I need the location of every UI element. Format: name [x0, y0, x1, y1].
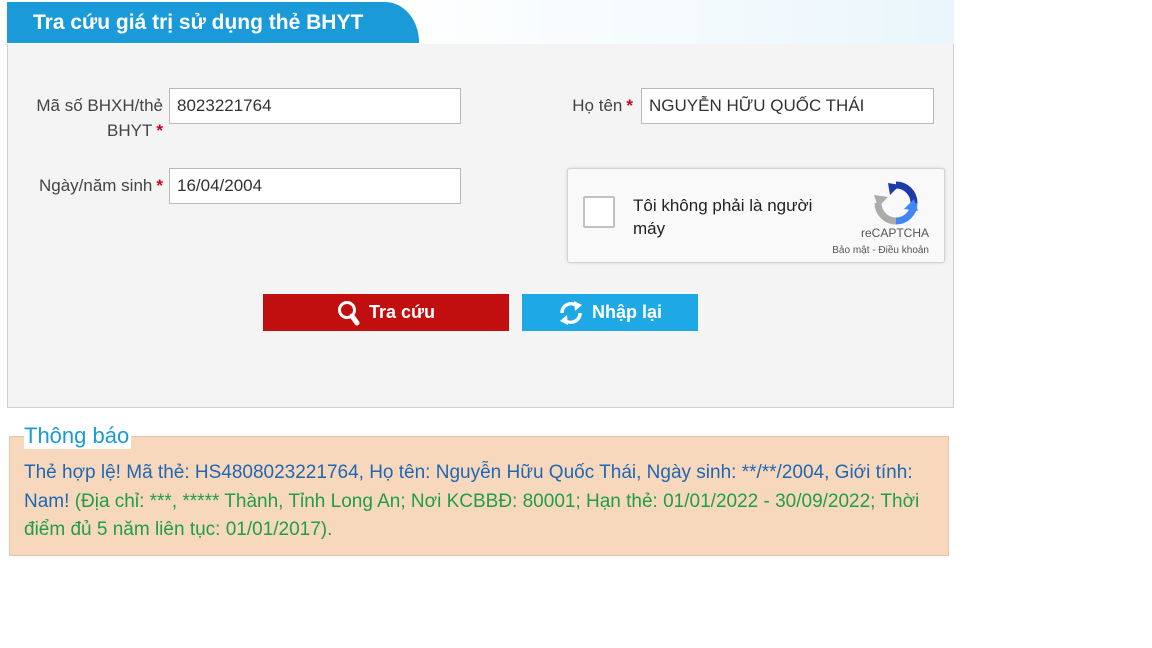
- recaptcha-privacy-link[interactable]: Bảo mật: [832, 245, 869, 256]
- recaptcha-terms-link[interactable]: Điều khoản: [878, 245, 929, 256]
- full-name-label-text: Họ tên: [572, 96, 623, 115]
- full-name-label: Họ tên *: [528, 93, 633, 118]
- search-button[interactable]: Tra cứu: [263, 294, 509, 331]
- recaptcha-widget: Tôi không phải là người máy reCAPTCHA Bả…: [567, 168, 945, 263]
- title-tab: Tra cứu giá trị sử dụng thẻ BHYT: [7, 2, 419, 43]
- full-name-input[interactable]: [641, 88, 934, 124]
- search-icon: [337, 300, 360, 325]
- dob-label-text: Ngày/năm sinh: [38, 176, 153, 195]
- recaptcha-text: Tôi không phải là người máy: [633, 196, 813, 238]
- refresh-icon: [559, 300, 582, 325]
- required-mark: *: [156, 176, 163, 195]
- card-number-label-text: Mã số BHXH/thẻ BHYT: [36, 96, 163, 140]
- required-mark: *: [626, 96, 633, 115]
- search-button-label: Tra cứu: [368, 302, 436, 322]
- page-title: Tra cứu giá trị sử dụng thẻ BHYT: [33, 11, 364, 34]
- recaptcha-links: Bảo mật - Điều khoản: [832, 245, 929, 256]
- reset-button[interactable]: Nhập lại: [522, 294, 698, 331]
- recaptcha-checkbox[interactable]: [583, 196, 615, 228]
- panel-header: Tra cứu giá trị sử dụng thẻ BHYT: [7, 0, 954, 45]
- notice-message: Thẻ hợp lệ! Mã thẻ: HS4808023221764, Họ …: [24, 459, 924, 545]
- dob-input[interactable]: [169, 168, 461, 204]
- notice-title: Thông báo: [24, 423, 132, 449]
- required-mark: *: [156, 121, 163, 140]
- notice-detail-text: (Địa chỉ: ***, ***** Thành, Tỉnh Long An…: [24, 490, 920, 541]
- reset-button-label: Nhập lại: [591, 302, 662, 322]
- lookup-form: Mã số BHXH/thẻ BHYT* Họ tên* Ngày/năm si…: [7, 44, 954, 408]
- recaptcha-brand: reCAPTCHA: [860, 226, 929, 240]
- notice-box: Thẻ hợp lệ! Mã thẻ: HS4808023221764, Họ …: [9, 436, 949, 556]
- dob-label: Ngày/năm sinh *: [18, 173, 163, 198]
- card-number-label: Mã số BHXH/thẻ BHYT *: [18, 93, 163, 143]
- recaptcha-logo-icon: [874, 181, 918, 225]
- card-number-input[interactable]: [169, 88, 461, 124]
